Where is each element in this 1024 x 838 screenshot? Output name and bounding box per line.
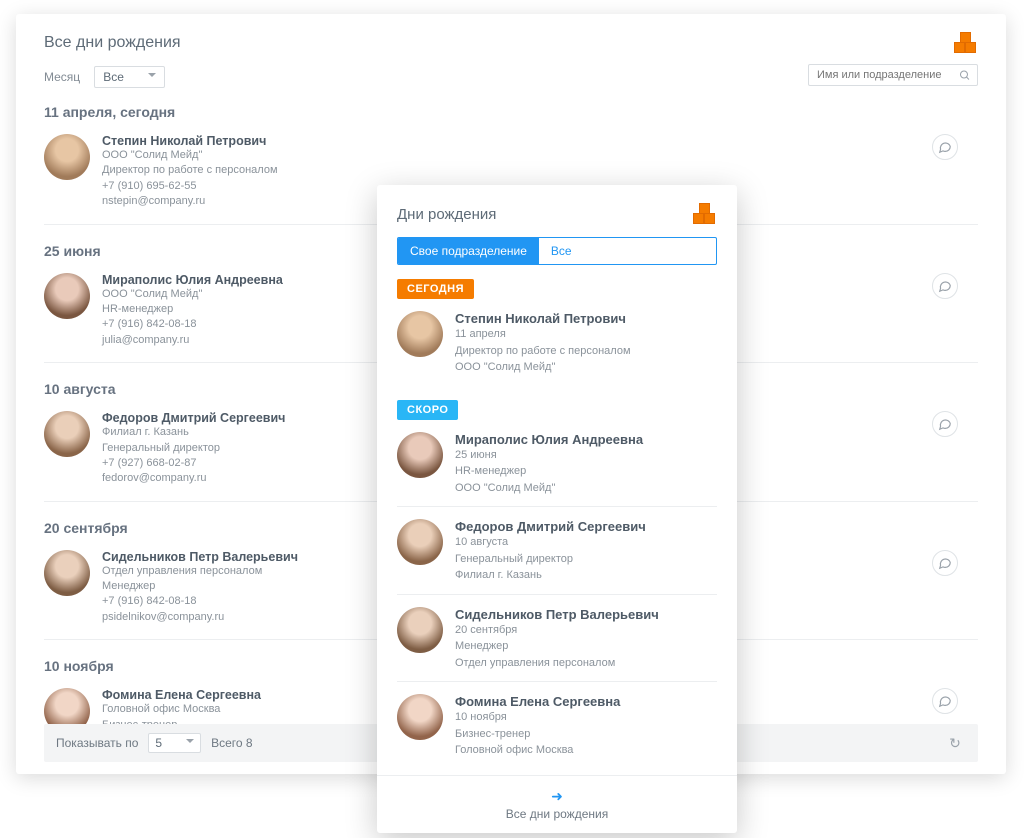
person-phone: +7 (916) 842-08-18 <box>102 594 298 609</box>
person-name[interactable]: Степин Николай Петрович <box>455 311 631 326</box>
widget-person-row: Федоров Дмитрий Сергеевич10 августаГенер… <box>377 507 737 594</box>
per-page-label: Показывать по <box>56 736 138 750</box>
person-name[interactable]: Федоров Дмитрий Сергеевич <box>102 411 285 425</box>
month-dropdown[interactable]: Все <box>94 66 165 88</box>
tab-all[interactable]: Все <box>539 238 584 264</box>
date-heading: 11 апреля, сегодня <box>44 104 978 120</box>
person-phone: +7 (910) 695-62-55 <box>102 179 278 194</box>
person-name[interactable]: Степин Николай Петрович <box>102 134 278 148</box>
search-box[interactable] <box>808 64 978 86</box>
person-phone: +7 (927) 668-02-87 <box>102 456 285 471</box>
person-org: ООО "Солид Мейд" <box>455 480 643 497</box>
person-role: Генеральный директор <box>102 441 285 456</box>
person-org: ООО "Солид Мейд" <box>102 148 278 163</box>
chat-button[interactable] <box>932 411 958 437</box>
person-date: 25 июня <box>455 447 643 464</box>
avatar[interactable] <box>397 607 443 653</box>
total-label: Всего 8 <box>211 736 252 750</box>
per-page-value: 5 <box>155 736 162 750</box>
person-date: 20 сентября <box>455 622 659 639</box>
widget-title: Дни рождения <box>397 206 496 223</box>
avatar[interactable] <box>397 311 443 357</box>
person-org: Головной офис Москва <box>455 742 620 759</box>
refresh-button[interactable]: ↻ <box>944 732 966 754</box>
person-date: 10 августа <box>455 534 646 551</box>
gifts-icon <box>691 203 717 225</box>
avatar[interactable] <box>44 550 90 596</box>
arrow-icon: ➜ <box>377 788 737 805</box>
person-name[interactable]: Сидельников Петр Валерьевич <box>102 550 298 564</box>
all-birthdays-link[interactable]: Все дни рождения <box>377 807 737 821</box>
avatar[interactable] <box>44 134 90 180</box>
tab-own-department[interactable]: Свое подразделение <box>398 238 539 264</box>
chat-button[interactable] <box>932 550 958 576</box>
avatar[interactable] <box>44 411 90 457</box>
person-role: HR-менеджер <box>455 463 643 480</box>
widget-person-row: Фомина Елена Сергеевна10 ноябряБизнес-тр… <box>377 682 737 769</box>
person-name[interactable]: Мираполис Юлия Андреевна <box>455 432 643 447</box>
person-role: Директор по работе с персоналом <box>102 163 278 178</box>
person-org: Отдел управления персоналом <box>455 655 659 672</box>
soon-badge: СКОРО <box>397 400 458 420</box>
avatar[interactable] <box>44 273 90 319</box>
page-title: Все дни рождения <box>44 34 181 52</box>
person-date: 10 ноября <box>455 709 620 726</box>
person-name[interactable]: Сидельников Петр Валерьевич <box>455 607 659 622</box>
person-role: Генеральный директор <box>455 551 646 568</box>
per-page-dropdown[interactable]: 5 <box>148 733 201 753</box>
person-date: 11 апреля <box>455 326 631 343</box>
widget-person-row: Сидельников Петр Валерьевич20 сентябряМе… <box>377 595 737 682</box>
chat-button[interactable] <box>932 688 958 714</box>
widget-person-row: Степин Николай Петрович11 апреляДиректор… <box>377 299 737 386</box>
person-role: Менеджер <box>455 638 659 655</box>
person-name[interactable]: Мираполис Юлия Андреевна <box>102 273 283 287</box>
widget-person-row: Мираполис Юлия Андреевна25 июняHR-менедж… <box>377 420 737 507</box>
person-phone: +7 (916) 842-08-18 <box>102 317 283 332</box>
month-label: Месяц <box>44 70 80 84</box>
person-email: nstepin@company.ru <box>102 194 278 209</box>
gifts-icon <box>952 32 978 54</box>
search-icon <box>959 69 971 82</box>
person-email: psidelnikov@company.ru <box>102 610 298 625</box>
widget-tabs: Свое подразделение Все <box>397 237 717 265</box>
person-role: HR-менеджер <box>102 302 283 317</box>
chat-button[interactable] <box>932 273 958 299</box>
person-email: julia@company.ru <box>102 333 283 348</box>
chat-button[interactable] <box>932 134 958 160</box>
avatar[interactable] <box>397 432 443 478</box>
person-org: Филиал г. Казань <box>455 567 646 584</box>
search-input[interactable] <box>815 68 959 82</box>
person-org: ООО "Солид Мейд" <box>455 359 631 376</box>
avatar[interactable] <box>397 519 443 565</box>
person-name[interactable]: Фомина Елена Сергеевна <box>455 694 620 709</box>
avatar[interactable] <box>397 694 443 740</box>
person-email: fedorov@company.ru <box>102 471 285 486</box>
person-name[interactable]: Федоров Дмитрий Сергеевич <box>455 519 646 534</box>
person-org: ООО "Солид Мейд" <box>102 287 283 302</box>
person-name[interactable]: Фомина Елена Сергеевна <box>102 688 261 702</box>
today-badge: СЕГОДНЯ <box>397 279 474 299</box>
birthday-widget: Дни рождения Свое подразделение Все СЕГО… <box>377 185 737 833</box>
person-org: Филиал г. Казань <box>102 425 285 440</box>
person-role: Бизнес-тренер <box>455 726 620 743</box>
person-org: Отдел управления персоналом <box>102 564 298 579</box>
month-value: Все <box>103 70 124 84</box>
person-role: Менеджер <box>102 579 298 594</box>
person-role: Директор по работе с персоналом <box>455 343 631 360</box>
person-org: Головной офис Москва <box>102 702 261 717</box>
